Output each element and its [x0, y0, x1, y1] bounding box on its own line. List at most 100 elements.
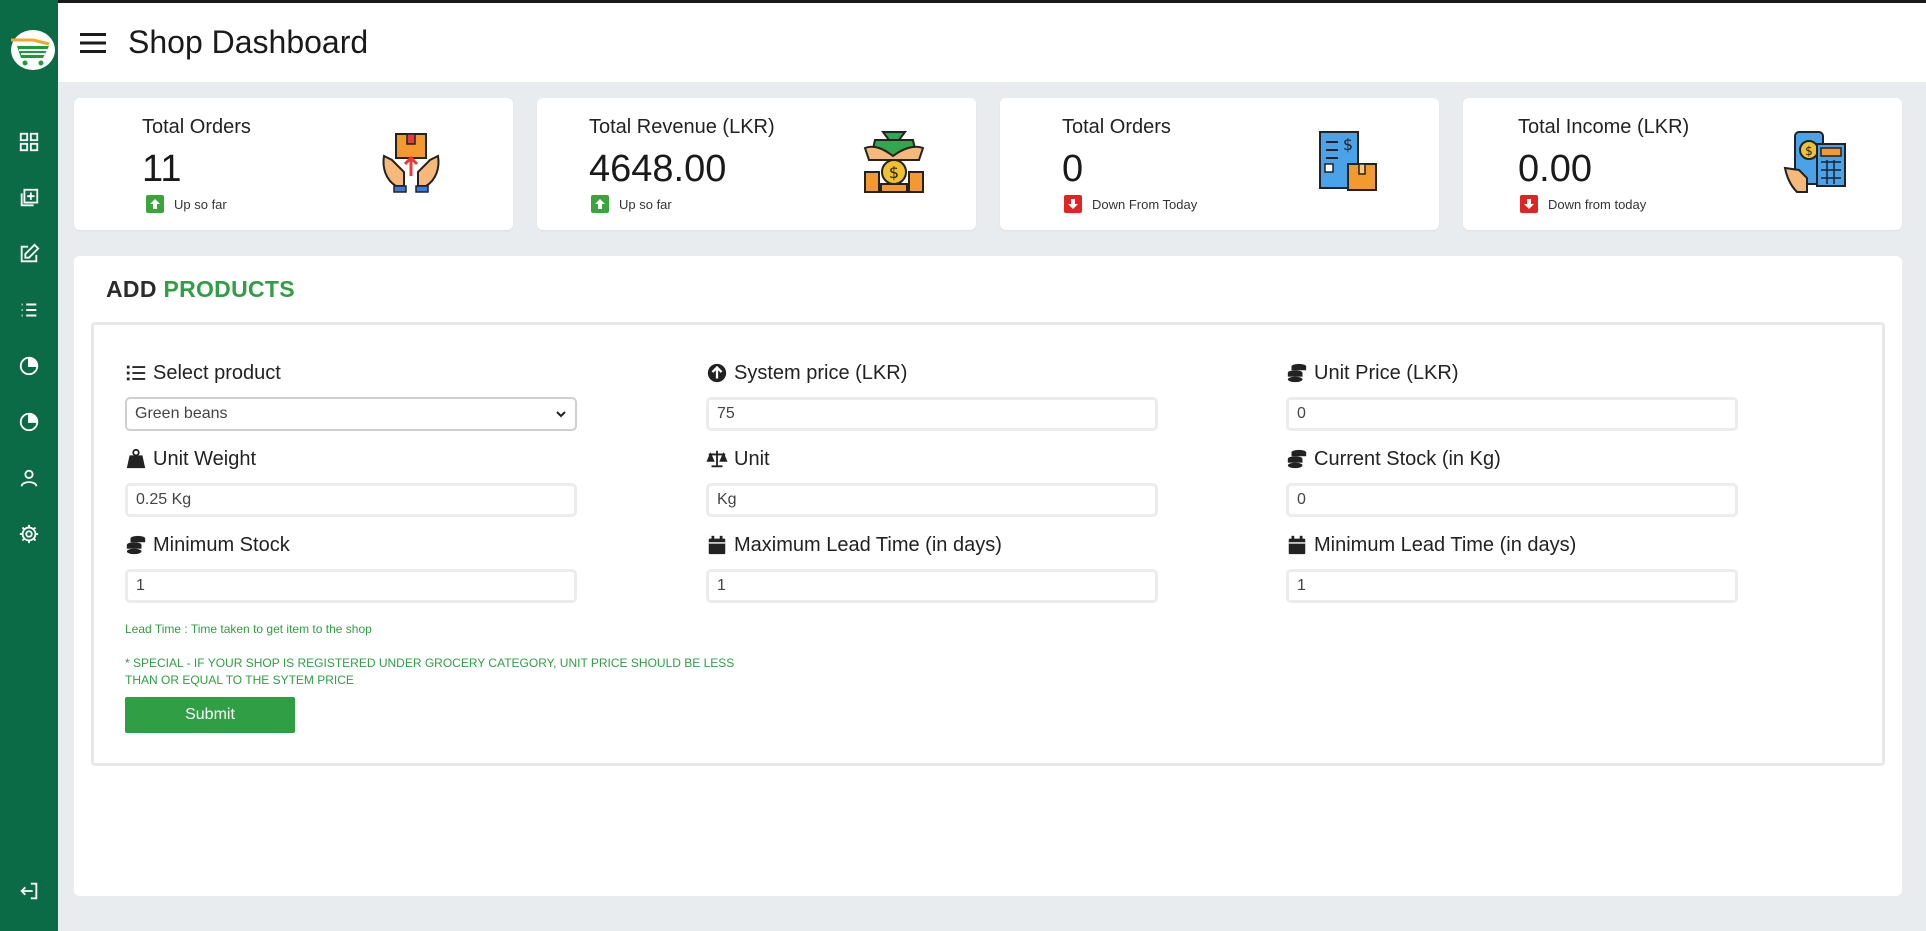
system-price-input[interactable]: 75 [706, 397, 1158, 431]
svg-text:$: $ [1343, 135, 1353, 154]
submit-button[interactable]: Submit [125, 697, 295, 733]
sidebar-item-add-product[interactable] [0, 170, 58, 226]
list-icon [21, 303, 37, 317]
minimum-stock-label: Minimum Stock [125, 531, 577, 559]
phone-calculator-icon: $ [1783, 131, 1846, 193]
unit-weight-label: Unit Weight [125, 445, 577, 473]
balance-scale-icon [706, 450, 728, 468]
svg-text:$: $ [889, 163, 899, 182]
calendar-icon [708, 535, 726, 555]
max-lead-time-label: Maximum Lead Time (in days) [706, 531, 1158, 559]
stat-card-title: Total Revenue (LKR) [589, 116, 775, 138]
page-title: Shop Dashboard [128, 24, 369, 60]
invoice-box-icon: $ [1319, 131, 1377, 191]
add-products-panel: ADD PRODUCTS Select product Green beans [74, 256, 1902, 896]
minimum-stock-input[interactable]: 1 [125, 569, 577, 603]
pie-chart-icon [19, 412, 39, 432]
weight-icon [126, 448, 146, 469]
top-bar: Shop Dashboard [58, 0, 1926, 82]
list-icon [126, 365, 146, 381]
arrow-circle-up-icon [707, 363, 727, 383]
coins-icon [1287, 449, 1307, 469]
stat-card-value: 11 [142, 148, 182, 190]
sidebar-item-edit[interactable] [0, 226, 58, 282]
stat-card-title: Total Orders [1062, 116, 1171, 138]
svg-text:$: $ [1805, 144, 1813, 158]
logout-button[interactable] [0, 863, 58, 919]
sidebar-item-settings[interactable] [0, 506, 58, 562]
gear-icon [19, 524, 39, 544]
stat-card-trend-label: Down from today [1548, 196, 1647, 212]
unit-price-label: Unit Price (LKR) [1286, 359, 1738, 387]
stat-card-total-income: Total Income (LKR) 0.00 Down from today … [1463, 98, 1902, 230]
sidebar-item-profile[interactable] [0, 450, 58, 506]
product-select[interactable]: Green beans [125, 397, 577, 431]
sidebar-item-report-1[interactable] [0, 338, 58, 394]
special-note-line-1: * SPECIAL - IF YOUR SHOP IS REGISTERED U… [125, 656, 735, 670]
logout-icon [20, 882, 38, 900]
stat-card-total-orders-today: Total Orders 0 Down From Today $ [1000, 98, 1439, 230]
sidebar-item-dashboard[interactable] [0, 114, 58, 170]
current-stock-label: Current Stock (in Kg) [1286, 445, 1738, 473]
special-note-line-2: THAN OR EQUAL TO THE SYTEM PRICE [125, 673, 354, 687]
stat-card-trend: Up so far [146, 195, 227, 213]
dashboard-grid-icon [19, 132, 39, 152]
arrow-down-icon [1520, 195, 1538, 213]
unit-weight-input[interactable]: 0.25 Kg [125, 483, 577, 517]
user-icon [20, 469, 38, 487]
stat-card-trend: Down from today [1520, 195, 1646, 213]
select-product-label: Select product [125, 359, 577, 387]
select-product-field: Select product Green beans [125, 359, 577, 431]
unit-input[interactable]: Kg [706, 483, 1158, 517]
product-select-value: Green beans [135, 405, 228, 422]
current-stock-input[interactable]: 0 [1286, 483, 1738, 517]
sidebar-item-list[interactable] [0, 282, 58, 338]
add-product-form: Select product Green beans System price … [91, 322, 1885, 766]
panel-title-accent: PRODUCTS [163, 276, 295, 302]
special-note: * SPECIAL - IF YOUR SHOP IS REGISTERED U… [125, 655, 734, 689]
stat-card-value: 4648.00 [589, 148, 727, 190]
order-box-hands-icon [382, 133, 440, 193]
unit-label: Unit [706, 445, 1158, 473]
sidebar-item-report-2[interactable] [0, 394, 58, 450]
stat-card-title: Total Orders [142, 116, 251, 138]
system-price-field: System price (LKR) 75 [706, 359, 1158, 431]
coins-icon [1287, 363, 1307, 383]
arrow-down-icon [1064, 195, 1082, 213]
max-lead-time-field: Maximum Lead Time (in days) 1 [706, 531, 1158, 603]
unit-weight-field: Unit Weight 0.25 Kg [125, 445, 577, 517]
stat-card-total-revenue: Total Revenue (LKR) 4648.00 Up so far $ [537, 98, 976, 230]
panel-title: ADD PRODUCTS [106, 276, 295, 303]
system-price-label: System price (LKR) [706, 359, 1158, 387]
arrow-up-icon [591, 195, 609, 213]
hamburger-menu-icon[interactable] [80, 32, 106, 54]
unit-price-input[interactable]: 0 [1286, 397, 1738, 431]
unit-price-field: Unit Price (LKR) 0 [1286, 359, 1738, 431]
stat-card-value: 0.00 [1518, 148, 1592, 190]
stat-card-trend-label: Up so far [619, 196, 672, 212]
stat-card-total-orders: Total Orders 11 Up so far [74, 98, 513, 230]
min-lead-time-field: Minimum Lead Time (in days) 1 [1286, 531, 1738, 603]
current-stock-field: Current Stock (in Kg) 0 [1286, 445, 1738, 517]
shop-logo-icon[interactable] [3, 26, 55, 70]
sidebar [0, 0, 58, 931]
stat-cards: Total Orders 11 Up so far Total Revenue … [74, 98, 1902, 230]
panel-title-prefix: ADD [106, 276, 157, 302]
stat-card-value: 0 [1062, 148, 1084, 190]
money-bag-coins-icon: $ [863, 131, 925, 193]
max-lead-time-input[interactable]: 1 [706, 569, 1158, 603]
coins-icon [126, 535, 146, 555]
min-lead-time-input[interactable]: 1 [1286, 569, 1738, 603]
minimum-stock-field: Minimum Stock 1 [125, 531, 577, 603]
stat-card-trend: Up so far [591, 195, 672, 213]
stat-card-trend-label: Up so far [174, 196, 227, 212]
unit-field: Unit Kg [706, 445, 1158, 517]
lead-time-note: Lead Time : Time taken to get item to th… [125, 622, 372, 636]
chevron-down-icon [556, 411, 566, 418]
stat-card-trend: Down From Today [1064, 195, 1197, 213]
edit-icon [20, 243, 40, 263]
calendar-icon [1288, 535, 1306, 555]
min-lead-time-label: Minimum Lead Time (in days) [1286, 531, 1738, 559]
stat-card-title: Total Income (LKR) [1518, 116, 1690, 138]
add-product-icon [20, 188, 39, 207]
